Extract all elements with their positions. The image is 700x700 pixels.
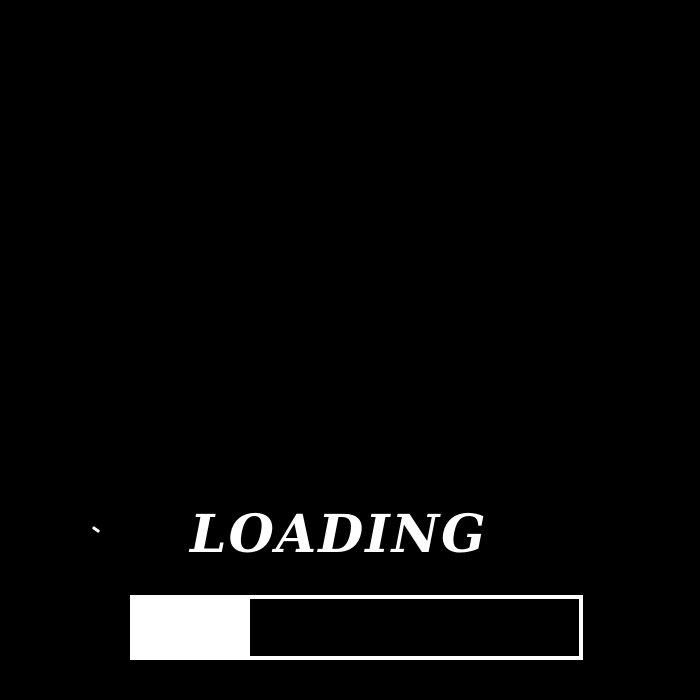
stray-mark bbox=[91, 525, 101, 534]
loading-screen: LOADING bbox=[0, 0, 700, 700]
loading-title: LOADING bbox=[190, 504, 488, 565]
loading-progress-fill bbox=[134, 599, 250, 656]
loading-progress-bar bbox=[130, 595, 583, 660]
